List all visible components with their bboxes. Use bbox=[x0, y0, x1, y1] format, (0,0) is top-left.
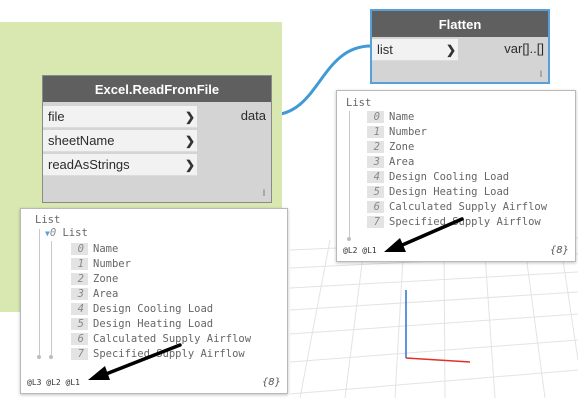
arrow-annotation bbox=[88, 343, 182, 380]
dynamo-canvas[interactable]: Excel.ReadFromFile file ❯ sheetName ❯ re… bbox=[0, 0, 578, 398]
annotation-arrows bbox=[88, 217, 464, 380]
arrow-annotation bbox=[384, 217, 464, 252]
